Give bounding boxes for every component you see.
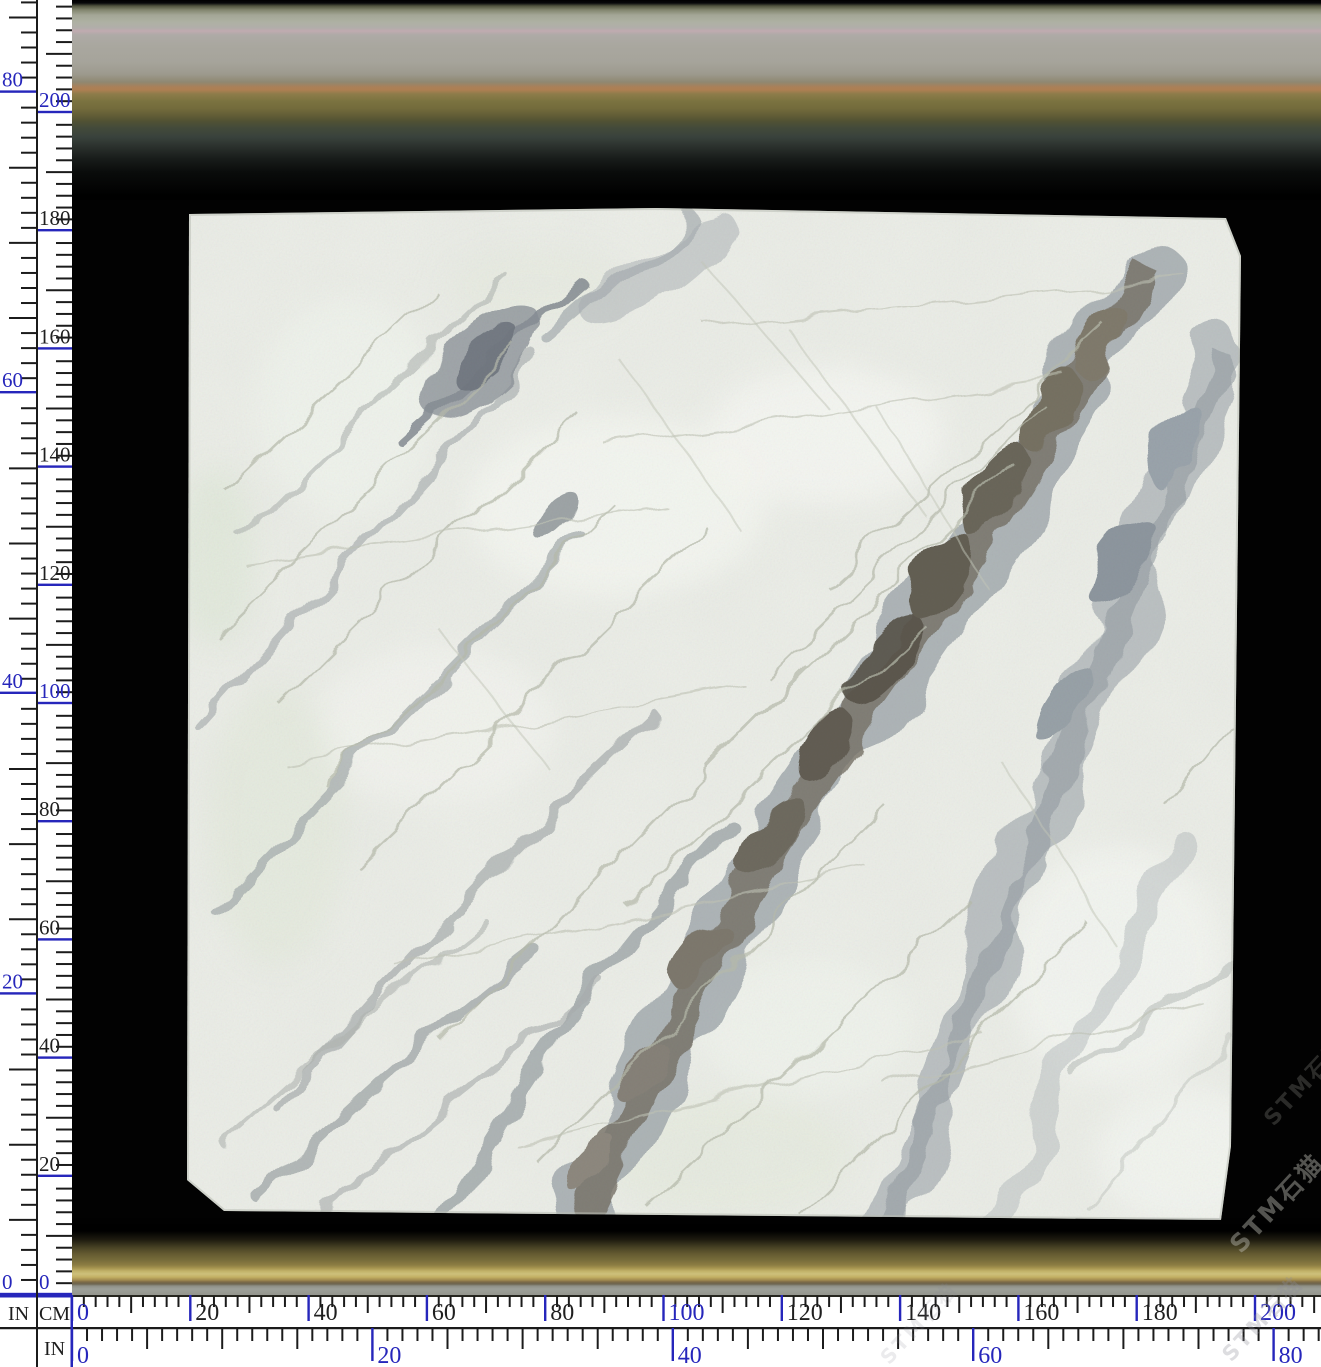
vertical-rulers: 806040200200180160140120100806040200 [0,0,72,1295]
svg-text:0: 0 [39,1270,50,1294]
horizontal-inch-unit-label: IN [38,1336,71,1362]
svg-text:60: 60 [978,1343,1002,1367]
svg-text:40: 40 [314,1300,338,1326]
svg-text:180: 180 [1142,1300,1178,1326]
svg-text:40: 40 [2,669,23,693]
svg-text:60: 60 [39,915,60,939]
svg-text:20: 20 [377,1343,401,1367]
svg-text:200: 200 [39,88,71,112]
marble-slab-image [186,206,1242,1222]
horizontal-inch-ruler: 0 20 40 60 80 [0,1327,1321,1367]
svg-text:100: 100 [669,1300,705,1326]
bottom-scan-artifact-band [72,1218,1321,1295]
svg-text:20: 20 [39,1152,60,1176]
svg-text:80: 80 [2,68,23,92]
svg-text:120: 120 [787,1300,823,1326]
svg-text:0: 0 [77,1300,89,1326]
svg-text:20: 20 [2,969,23,993]
slab-scan-viewer: 806040200200180160140120100806040200 020… [0,0,1321,1367]
svg-text:140: 140 [905,1300,941,1326]
svg-text:140: 140 [39,443,71,467]
scan-area [72,0,1321,1295]
svg-text:0: 0 [77,1343,89,1367]
svg-text:80: 80 [39,797,60,821]
svg-text:0: 0 [2,1270,13,1294]
top-scan-artifact-band [72,0,1321,200]
svg-text:160: 160 [39,324,71,348]
vertical-cm-unit-label: CM [38,1301,71,1327]
svg-text:40: 40 [39,1034,60,1058]
svg-text:40: 40 [678,1343,702,1367]
svg-text:160: 160 [1023,1300,1059,1326]
svg-text:180: 180 [39,206,71,230]
svg-text:60: 60 [432,1300,456,1326]
vertical-inch-unit-label: IN [2,1301,35,1327]
svg-text:20: 20 [195,1300,219,1326]
svg-text:100: 100 [39,679,71,703]
svg-text:120: 120 [39,561,71,585]
svg-text:200: 200 [1260,1300,1296,1326]
svg-text:80: 80 [1279,1343,1303,1367]
svg-text:60: 60 [2,368,23,392]
svg-text:80: 80 [550,1300,574,1326]
horizontal-cm-ruler: 0 20 40 60 80 100 120 140 160 180 200 [0,1295,1321,1327]
